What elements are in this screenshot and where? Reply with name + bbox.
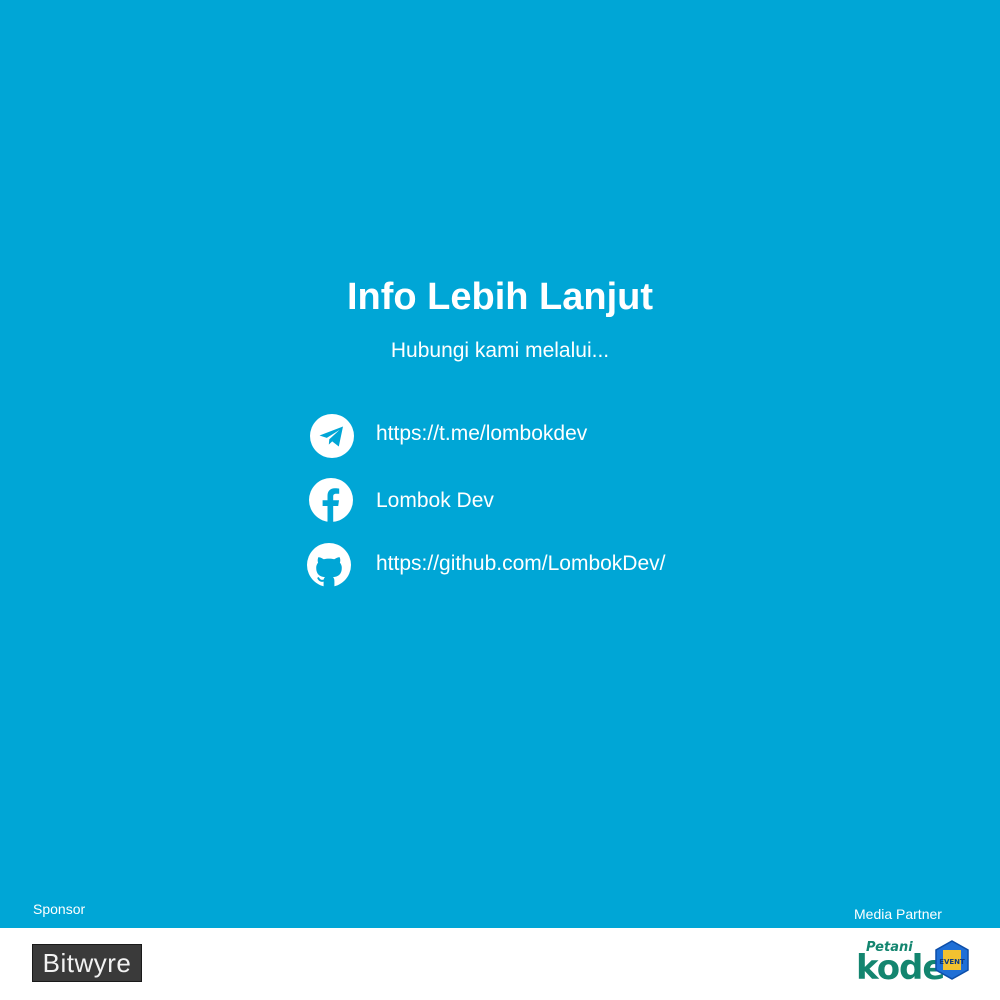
facebook-link[interactable]: Lombok Dev [376, 488, 494, 514]
petanikode-logo: Petani kode EVENT [852, 936, 972, 992]
media-partner-label: Media Partner [854, 906, 942, 922]
github-icon [306, 542, 352, 588]
event-badge-text: EVENT [939, 958, 965, 966]
contact-github[interactable]: https://github.com/LombokDev/ [0, 541, 1000, 591]
bitwyre-logo-text: Bitwyre [42, 947, 132, 978]
telegram-link[interactable]: https://t.me/lombokdev [376, 421, 587, 447]
telegram-icon [309, 413, 355, 459]
footer-bar: Bitwyre Petani kode EVENT [0, 928, 1000, 1000]
contact-facebook[interactable]: Lombok Dev [0, 476, 1000, 526]
page-title: Info Lebih Lanjut [346, 276, 654, 318]
github-link[interactable]: https://github.com/LombokDev/ [376, 551, 665, 577]
page-subtitle: Hubungi kami melalui... [390, 339, 610, 362]
facebook-icon [308, 477, 354, 523]
contact-telegram[interactable]: https://t.me/lombokdev [0, 411, 1000, 461]
bitwyre-logo: Bitwyre [32, 944, 142, 982]
sponsor-label: Sponsor [33, 901, 86, 917]
petanikode-logo-main: kode [856, 948, 945, 988]
event-badge-icon: EVENT [935, 940, 969, 980]
